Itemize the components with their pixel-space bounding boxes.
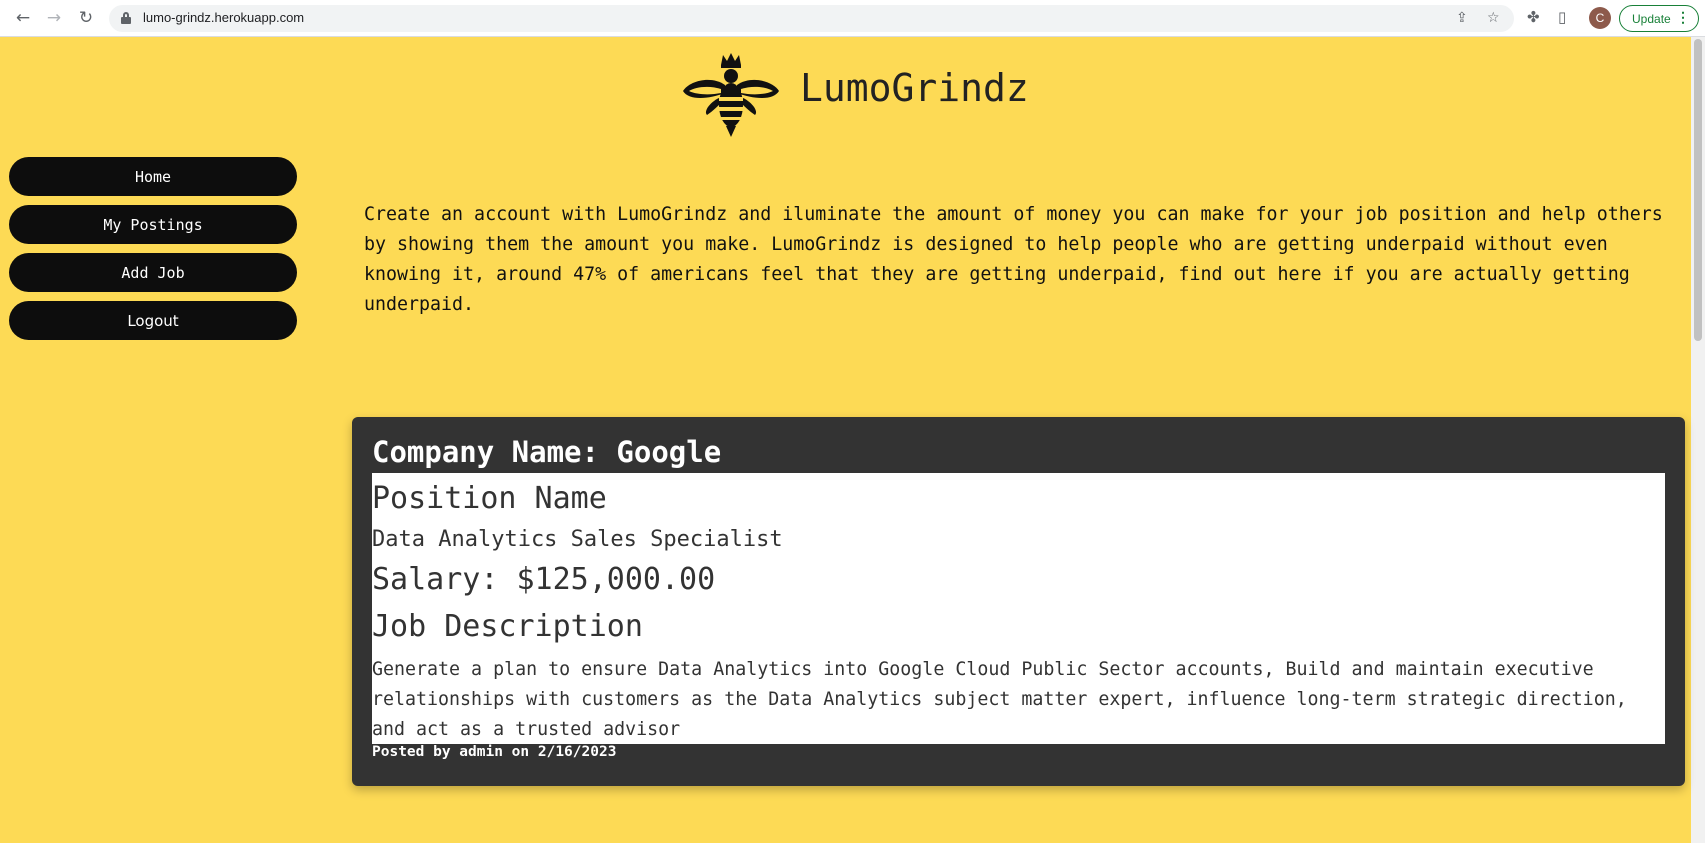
posted-by: Posted by admin on 2/16/2023: [372, 744, 617, 760]
url-text[interactable]: lumo-grindz.herokuapp.com: [143, 10, 304, 25]
back-arrow-icon[interactable]: ←: [12, 7, 34, 29]
site-title: LumoGrindz: [800, 66, 1029, 110]
update-label: Update: [1632, 11, 1671, 26]
position-label: Position Name: [372, 481, 607, 516]
address-bar[interactable]: lumo-grindz.herokuapp.com ⇪ ☆: [109, 5, 1514, 32]
sidebar-item-add-job[interactable]: Add Job: [9, 253, 297, 292]
job-description-text: Generate a plan to ensure Data Analytics…: [372, 659, 1627, 740]
share-icon[interactable]: ⇪: [1456, 10, 1468, 26]
sidebar-item-home[interactable]: Home: [9, 157, 297, 196]
side-panel-icon[interactable]: ▯: [1558, 8, 1566, 26]
browser-toolbar: ← → ↻ lumo-grindz.herokuapp.com ⇪ ☆ ✤ ▯ …: [0, 0, 1705, 37]
position-value: Data Analytics Sales Specialist: [372, 527, 783, 552]
forward-arrow-icon[interactable]: →: [43, 7, 65, 29]
bee-logo-icon: [683, 53, 779, 137]
reload-icon[interactable]: ↻: [75, 7, 97, 29]
sidebar-item-logout[interactable]: Logout: [9, 301, 297, 340]
salary: Salary: $125,000.00: [372, 562, 716, 597]
page-scrollbar[interactable]: [1691, 37, 1705, 843]
scrollbar-thumb[interactable]: [1694, 39, 1702, 341]
bookmark-star-icon[interactable]: ☆: [1487, 10, 1500, 26]
extensions-puzzle-icon[interactable]: ✤: [1527, 8, 1540, 26]
sidebar-item-my-postings[interactable]: My Postings: [9, 205, 297, 244]
job-card: Company Name: Google Position Name Data …: [352, 417, 1685, 786]
company-name: Company Name: Google: [372, 435, 722, 469]
update-button[interactable]: Update ⋮: [1619, 5, 1699, 32]
job-description-label: Job Description: [372, 609, 643, 644]
profile-avatar[interactable]: C: [1589, 7, 1611, 29]
lock-icon[interactable]: [121, 12, 131, 24]
menu-dots-icon[interactable]: ⋮: [1676, 9, 1690, 26]
job-details: Position Name Data Analytics Sales Speci…: [372, 473, 1665, 744]
intro-text: Create an account with LumoGrindz and il…: [364, 204, 1663, 315]
